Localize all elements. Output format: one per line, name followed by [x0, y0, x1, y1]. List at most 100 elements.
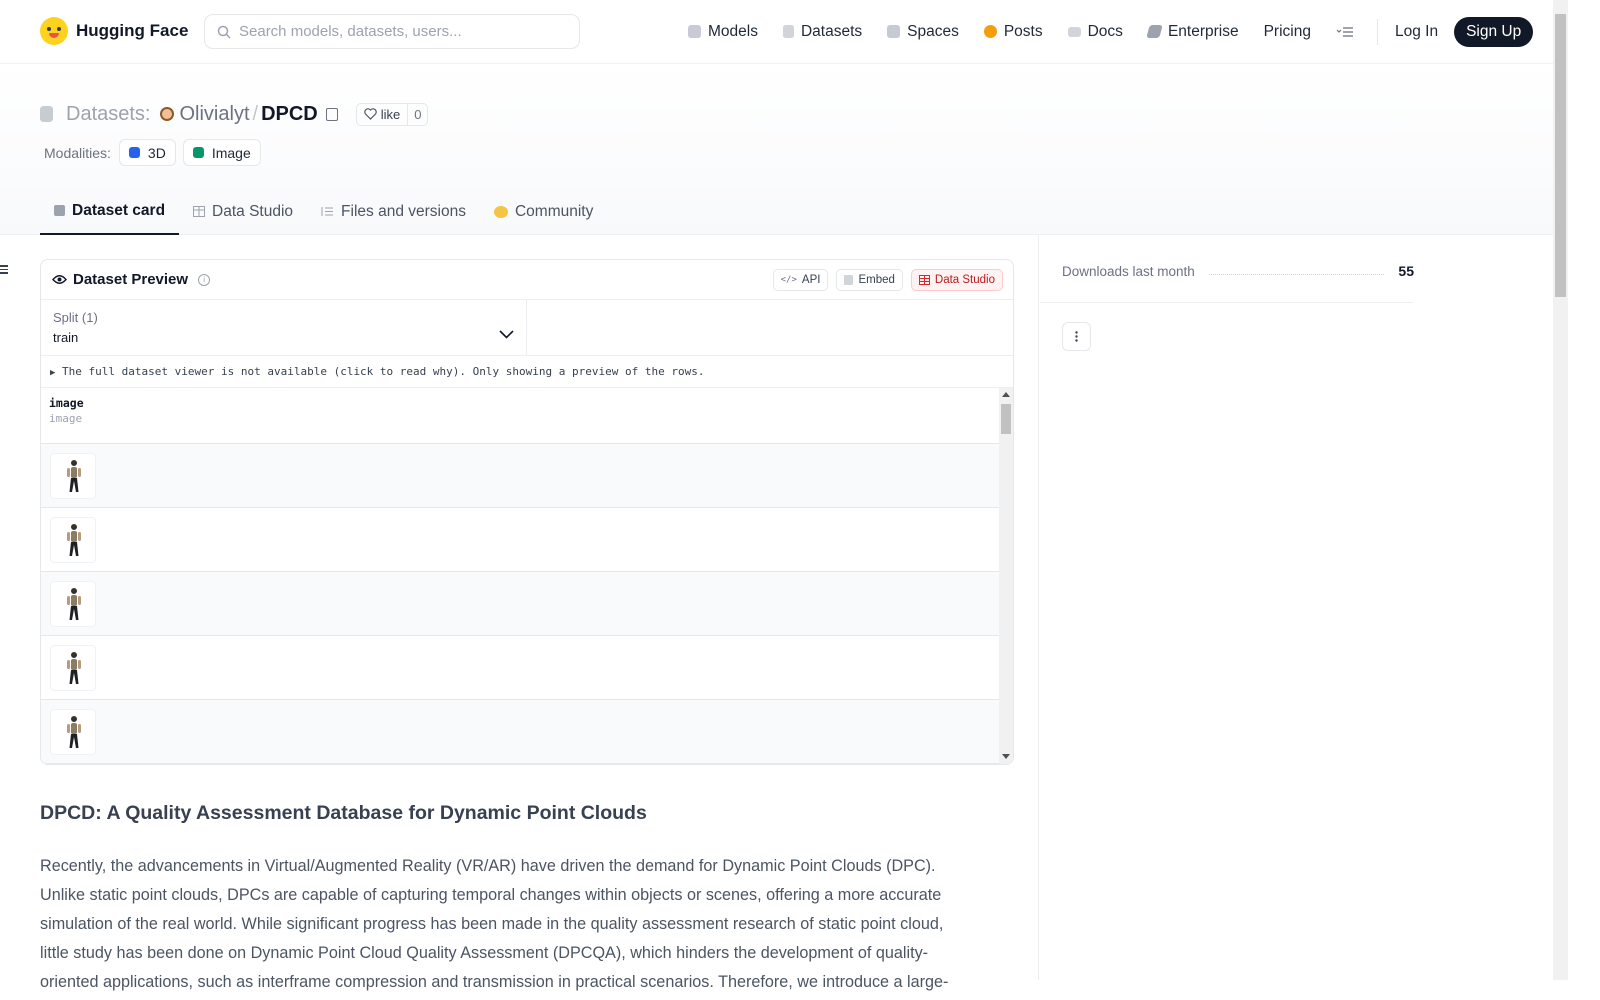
table-scrollbar[interactable] — [999, 388, 1013, 764]
modality-tag-3d[interactable]: 3D — [118, 139, 176, 166]
embed-button-label: Embed — [858, 274, 895, 286]
page-scrollbar-thumb[interactable] — [1555, 14, 1566, 297]
column-name: image — [49, 396, 84, 410]
table-header: image image — [41, 388, 999, 444]
nav-spaces[interactable]: Spaces — [887, 23, 959, 41]
api-button-label: API — [801, 274, 821, 286]
nav-posts[interactable]: Posts — [983, 22, 1043, 41]
row-image-thumbnail[interactable] — [50, 709, 96, 755]
tab-data-studio[interactable]: Data Studio — [179, 188, 307, 235]
nav-enterprise[interactable]: Enterprise — [1146, 22, 1239, 41]
tab-label: Files and versions — [341, 202, 466, 220]
nav-models-label: Models — [708, 22, 758, 40]
heart-icon — [364, 108, 377, 120]
menu-list-icon — [1336, 26, 1353, 37]
table-row[interactable] — [41, 700, 999, 764]
nav-datasets-label: Datasets — [800, 22, 863, 40]
data-studio-button[interactable]: Data Studio — [910, 269, 1003, 291]
modality-tag-image[interactable]: Image — [182, 139, 261, 166]
repo-tabs: Dataset card Data Studio Files and versi… — [40, 188, 607, 235]
downloads-sparkline — [1208, 267, 1385, 275]
modalities-label: Modalities: — [44, 144, 111, 161]
hugging-face-logo-icon — [40, 17, 68, 45]
api-button[interactable]: </> API — [772, 269, 829, 291]
nav-datasets[interactable]: Datasets — [782, 22, 863, 41]
info-icon[interactable]: i — [198, 273, 211, 286]
preview-table: image image — [41, 388, 999, 764]
database-icon — [782, 25, 794, 38]
table-row[interactable] — [41, 444, 999, 508]
downloads-label: Downloads last month — [1062, 263, 1195, 279]
tab-community[interactable]: Community — [480, 188, 607, 235]
table-row[interactable] — [41, 508, 999, 572]
scroll-down-arrow-icon[interactable] — [1002, 754, 1010, 759]
person-figure-image — [67, 588, 81, 620]
community-icon — [493, 205, 508, 218]
split-empty-panel — [527, 300, 1013, 356]
nav-enterprise-label: Enterprise — [1167, 22, 1239, 40]
person-figure-image — [67, 652, 81, 684]
repo-owner-link[interactable]: Olivialyt — [179, 103, 249, 126]
table-row[interactable] — [41, 636, 999, 700]
table-row[interactable] — [41, 572, 999, 636]
downloads-stat: Downloads last month 55 — [1062, 263, 1414, 279]
cube-icon — [54, 205, 65, 216]
more-options-button[interactable] — [1062, 322, 1091, 351]
tab-label: Data Studio — [212, 202, 294, 220]
search-box[interactable] — [204, 14, 580, 49]
like-count[interactable]: 0 — [407, 103, 427, 125]
table-icon — [193, 206, 206, 217]
nav-models[interactable]: Models — [688, 23, 758, 41]
vertical-dots-icon — [1075, 331, 1078, 342]
building-icon — [1146, 25, 1163, 38]
page-scrollbar[interactable] — [1553, 0, 1568, 980]
search-input[interactable] — [239, 23, 559, 40]
viewer-notice[interactable]: ▶ The full dataset viewer is not availab… — [41, 356, 1013, 388]
chat-bubble-icon — [983, 25, 997, 38]
nav-posts-label: Posts — [1003, 22, 1043, 40]
eye-icon — [52, 275, 67, 284]
row-image-thumbnail[interactable] — [50, 517, 96, 563]
split-label: Split (1) — [53, 310, 98, 325]
embed-icon — [844, 275, 854, 285]
sidebar-toggle-icon[interactable] — [0, 265, 9, 275]
table-scrollbar-thumb[interactable] — [1001, 404, 1011, 434]
nav-docs[interactable]: Docs — [1067, 23, 1123, 41]
main-nav: Models Datasets Spaces Posts Docs Enterp… — [688, 16, 1534, 47]
table-icon — [918, 275, 930, 285]
row-image-thumbnail[interactable] — [50, 581, 96, 627]
signup-button[interactable]: Sign Up — [1454, 16, 1534, 47]
repo-type-label[interactable]: Datasets: — [66, 103, 150, 126]
row-image-thumbnail[interactable] — [50, 645, 96, 691]
split-value: train — [53, 330, 79, 345]
readme-heading: DPCD: A Quality Assessment Database for … — [40, 802, 647, 824]
split-selector[interactable]: Split (1) train — [41, 300, 527, 356]
embed-button[interactable]: Embed — [836, 269, 903, 291]
repo-name-link[interactable]: DPCD — [261, 103, 318, 126]
chevron-down-icon — [499, 330, 514, 339]
tab-files-and-versions[interactable]: Files and versions — [307, 188, 480, 235]
row-image-thumbnail[interactable] — [50, 453, 96, 499]
image-icon — [192, 147, 204, 158]
modalities-row: Modalities: 3D Image — [44, 139, 268, 166]
tab-dataset-card[interactable]: Dataset card — [40, 188, 180, 235]
nav-pricing[interactable]: Pricing — [1264, 23, 1311, 41]
book-icon — [1067, 26, 1081, 37]
copy-icon[interactable] — [325, 107, 338, 121]
nav-spaces-label: Spaces — [907, 22, 959, 40]
like-action[interactable]: like — [357, 104, 408, 125]
preview-actions: </> API Embed Data Studio — [772, 269, 1003, 291]
preview-header: Dataset Preview i </> API Embed Data Stu… — [41, 260, 1013, 300]
top-navbar: Hugging Face Models Datasets Spaces Post… — [0, 0, 1553, 64]
disclosure-triangle-icon: ▶ — [50, 368, 56, 378]
login-link[interactable]: Log In — [1395, 23, 1438, 41]
scroll-up-arrow-icon[interactable] — [1002, 392, 1010, 397]
like-button[interactable]: like 0 — [355, 102, 429, 126]
brand-name: Hugging Face — [76, 21, 189, 40]
nav-more-menu[interactable] — [1336, 26, 1354, 38]
files-icon — [321, 207, 334, 216]
tab-label: Community — [514, 202, 594, 220]
brand-logo-link[interactable]: Hugging Face — [40, 17, 188, 45]
code-icon: </> — [780, 275, 797, 285]
person-figure-image — [67, 524, 81, 556]
